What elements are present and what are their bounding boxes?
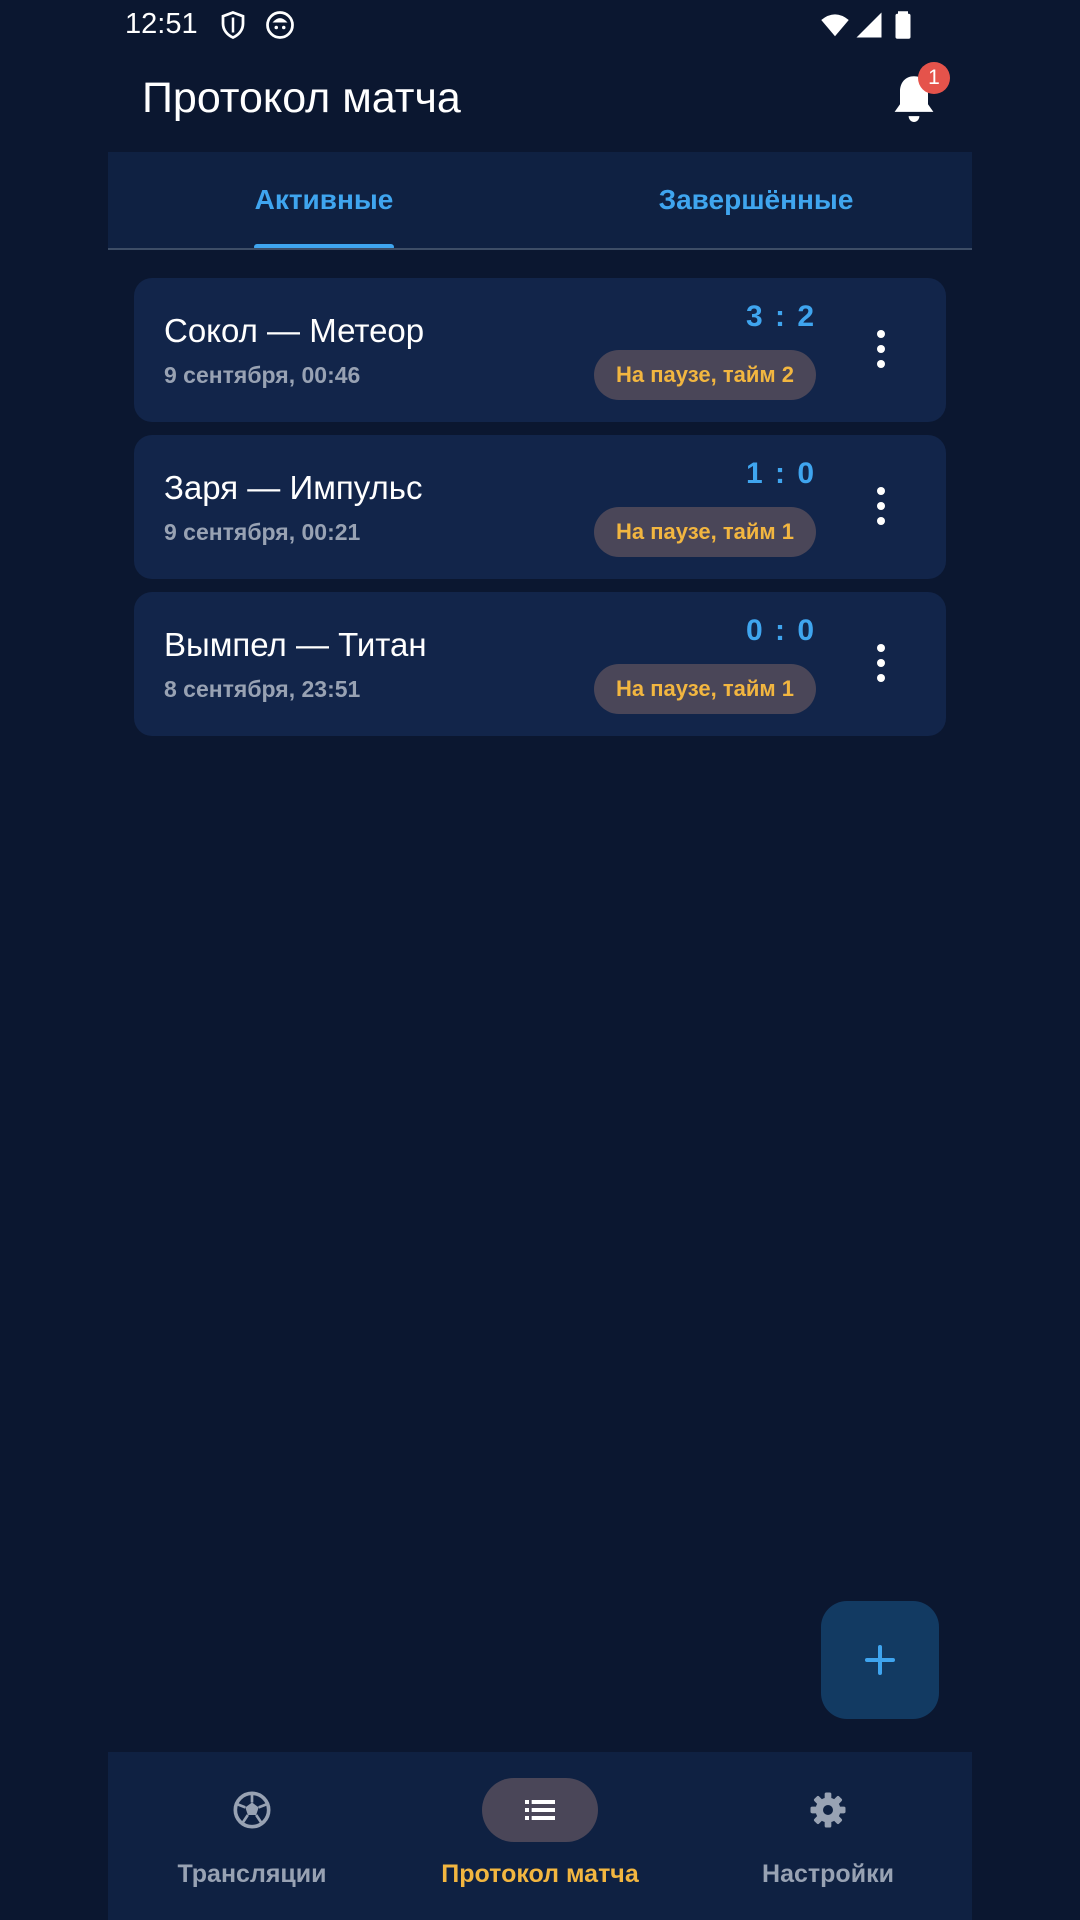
status-bar: 12:51 bbox=[0, 0, 1080, 52]
page-title: Протокол матча bbox=[142, 74, 461, 122]
match-date: 8 сентября, 23:51 bbox=[164, 676, 361, 702]
status-badge: На паузе, тайм 2 bbox=[594, 350, 816, 400]
match-score: 0 : 0 bbox=[745, 614, 816, 647]
match-date: 9 сентября, 00:21 bbox=[164, 519, 361, 545]
status-badge: На паузе, тайм 1 bbox=[594, 507, 816, 557]
nav-item-match-protocol[interactable]: Протокол матча bbox=[396, 1752, 684, 1920]
nav-label: Протокол матча bbox=[441, 1860, 639, 1888]
nav-item-settings[interactable]: Настройки bbox=[684, 1752, 972, 1920]
soccer-ball-icon bbox=[233, 1791, 271, 1829]
add-match-button[interactable] bbox=[821, 1601, 939, 1719]
nav-item-broadcasts[interactable]: Трансляции bbox=[108, 1752, 396, 1920]
match-card[interactable]: Вымпел — Титан 8 сентября, 23:51 0 : 0 Н… bbox=[134, 592, 946, 736]
nav-icon-container bbox=[482, 1778, 598, 1842]
tab-active[interactable]: Активные bbox=[108, 152, 540, 248]
match-score: 3 : 2 bbox=[745, 300, 816, 333]
bottom-nav: Трансляции Протокол матча Настройки bbox=[108, 1752, 972, 1920]
tabs-divider bbox=[108, 248, 972, 250]
more-options-icon[interactable] bbox=[874, 487, 886, 527]
battery-icon bbox=[895, 11, 911, 39]
app-bar: Протокол матча 1 bbox=[0, 52, 1080, 152]
status-time: 12:51 bbox=[125, 8, 198, 40]
status-badge: На паузе, тайм 1 bbox=[594, 664, 816, 714]
nav-icon-container bbox=[194, 1778, 310, 1842]
more-options-icon[interactable] bbox=[874, 644, 886, 684]
gear-icon bbox=[810, 1792, 846, 1828]
list-icon bbox=[525, 1800, 555, 1820]
wifi-icon bbox=[821, 14, 849, 37]
signal-icon bbox=[856, 12, 882, 38]
match-date: 9 сентября, 00:46 bbox=[164, 362, 361, 388]
more-options-icon[interactable] bbox=[874, 330, 886, 370]
match-card[interactable]: Заря — Импульс 9 сентября, 00:21 1 : 0 Н… bbox=[134, 435, 946, 579]
shield-icon bbox=[221, 11, 245, 40]
nav-label: Трансляции bbox=[177, 1860, 327, 1888]
face-icon bbox=[266, 11, 294, 39]
tab-completed[interactable]: Завершённые bbox=[540, 152, 972, 248]
match-title: Заря — Импульс bbox=[164, 469, 423, 506]
nav-icon-container bbox=[770, 1778, 886, 1842]
nav-label: Настройки bbox=[762, 1860, 894, 1888]
match-card[interactable]: Сокол — Метеор 9 сентября, 00:46 3 : 2 Н… bbox=[134, 278, 946, 422]
match-title: Вымпел — Титан bbox=[164, 626, 427, 663]
tab-bar: Активные Завершённые bbox=[108, 152, 972, 250]
match-score: 1 : 0 bbox=[745, 457, 816, 490]
notification-badge: 1 bbox=[918, 62, 950, 94]
match-title: Сокол — Метеор bbox=[164, 312, 425, 349]
